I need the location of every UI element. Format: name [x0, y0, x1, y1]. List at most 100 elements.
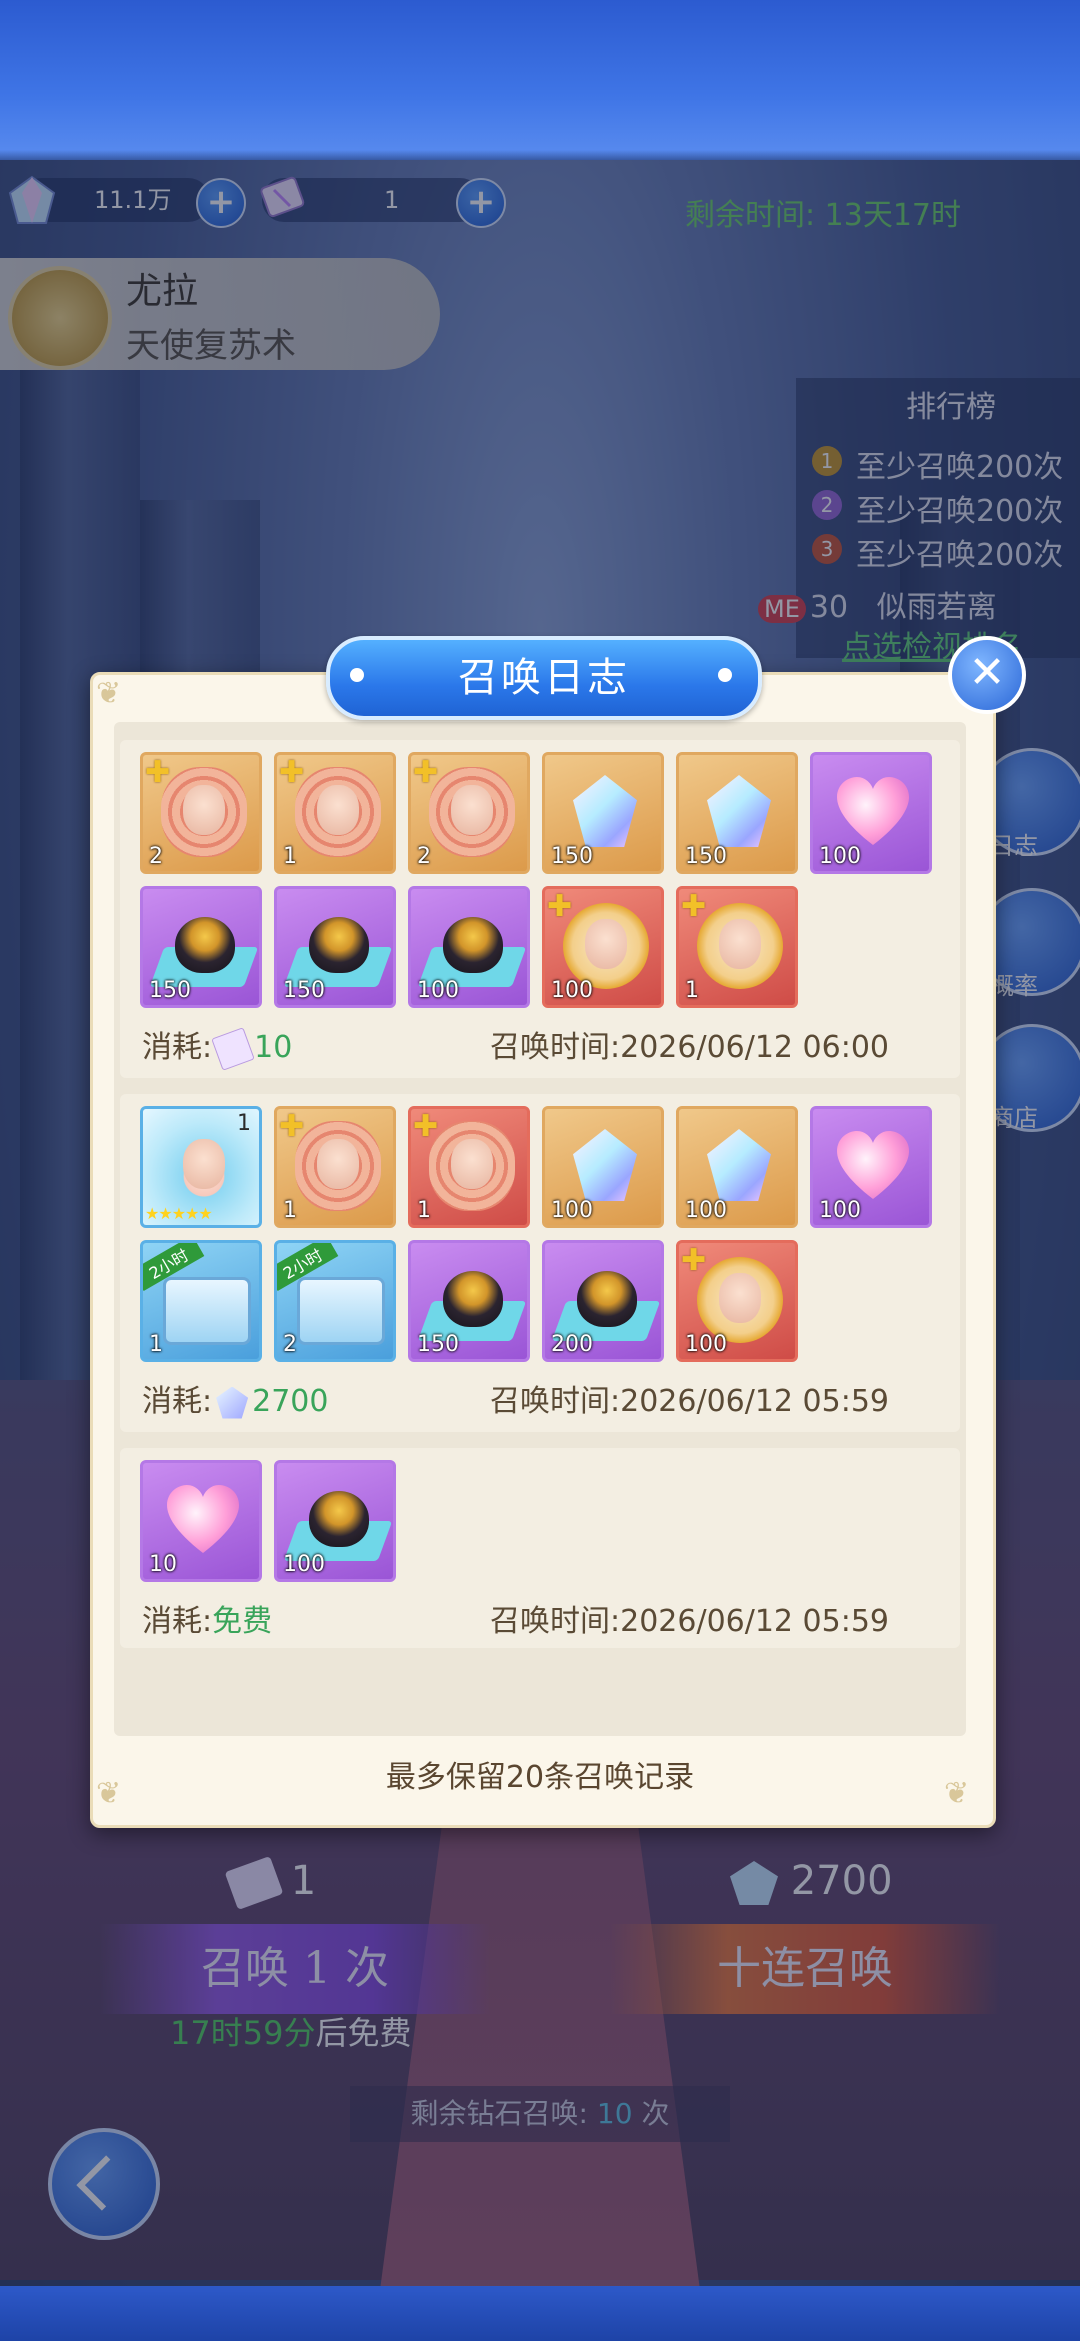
item-quantity: 10 — [149, 1552, 177, 1577]
egg-reward-item[interactable]: 150 — [140, 886, 262, 1008]
time-value: 2026/06/12 05:59 — [620, 1384, 890, 1419]
crystal-reward-item[interactable]: 100 — [676, 1106, 798, 1228]
cost-value: 免费 — [212, 1604, 273, 1639]
record-cost: 消耗: 2700 — [142, 1376, 328, 1420]
ticket-icon — [211, 1026, 255, 1071]
coin-reward-item[interactable]: ✚ 100 — [676, 1240, 798, 1362]
card-icon — [317, 785, 359, 835]
egg-reward-item[interactable]: 150 — [408, 1240, 530, 1362]
coin-reward-item[interactable]: ✚ 100 — [542, 886, 664, 1008]
item-quantity: 1 — [283, 844, 297, 869]
crystal-icon — [707, 1129, 771, 1201]
top-banner — [0, 0, 1080, 160]
record-time: 召唤时间:2026/06/12 05:59 — [490, 1596, 889, 1640]
item-quantity: 100 — [685, 1332, 727, 1357]
diamond-icon — [216, 1386, 249, 1419]
cost-label: 消耗: — [142, 1604, 213, 1639]
crystal-icon — [707, 775, 771, 847]
record-cost: 消耗: 10 — [142, 1022, 293, 1071]
card-icon — [317, 1139, 359, 1189]
record-cost: 消耗:免费 — [142, 1596, 272, 1640]
crystal-reward-item[interactable]: 150 — [676, 752, 798, 874]
item-quantity: 150 — [283, 978, 325, 1003]
item-quantity: 100 — [417, 978, 459, 1003]
card-icon — [451, 785, 493, 835]
portrait-icon — [183, 1139, 225, 1189]
item-quantity: 200 — [551, 1332, 593, 1357]
record-time: 召唤时间:2026/06/12 05:59 — [490, 1376, 889, 1420]
card-icon — [451, 1139, 493, 1189]
fragment-icon: ✚ — [681, 1243, 707, 1278]
card-reward-item[interactable]: ✚ 1 — [408, 1106, 530, 1228]
time-value: 2026/06/12 06:00 — [620, 1030, 890, 1065]
cost-value: 10 — [254, 1030, 293, 1065]
egg-icon — [309, 1491, 369, 1547]
heart-icon — [837, 777, 909, 847]
item-quantity: 100 — [551, 1198, 593, 1223]
item-quantity: 150 — [417, 1332, 459, 1357]
fragment-icon: ✚ — [413, 1109, 439, 1144]
coin-reward-item[interactable]: ✚ 1 — [676, 886, 798, 1008]
record-time: 召唤时间:2026/06/12 06:00 — [490, 1022, 889, 1066]
cost-label: 消耗: — [142, 1030, 213, 1065]
coin-icon — [719, 1273, 761, 1323]
egg-icon — [175, 917, 235, 973]
record-limit-note: 最多保留20条召唤记录 — [385, 1760, 695, 1795]
fragment-icon: ✚ — [279, 755, 305, 790]
chest-icon — [163, 1277, 251, 1345]
star-rating: ★★★★★ — [145, 1204, 213, 1223]
cost-label: 消耗: — [142, 1384, 213, 1419]
item-quantity: 100 — [283, 1552, 325, 1577]
egg-reward-item[interactable]: 100 — [274, 1460, 396, 1582]
fragment-icon: ✚ — [413, 755, 439, 790]
card-reward-item[interactable]: ✚ 2 — [140, 752, 262, 874]
card-reward-item[interactable]: ✚ 2 — [408, 752, 530, 874]
egg-reward-item[interactable]: 200 — [542, 1240, 664, 1362]
chest-reward-item[interactable]: 2小时 1 — [140, 1240, 262, 1362]
crystal-reward-item[interactable]: 100 — [542, 1106, 664, 1228]
crystal-icon — [573, 1129, 637, 1201]
item-quantity: 100 — [819, 1198, 861, 1223]
egg-reward-item[interactable]: 100 — [408, 886, 530, 1008]
cost-value: 2700 — [252, 1384, 329, 1419]
fragment-icon: ✚ — [279, 1109, 305, 1144]
item-quantity: 100 — [685, 1198, 727, 1223]
fragment-icon: ✚ — [681, 889, 707, 924]
time-label: 召唤时间: — [490, 1384, 621, 1419]
heart-icon — [837, 1131, 909, 1201]
egg-icon — [309, 917, 369, 973]
portrait-reward-item[interactable]: ★★★★★ 1 — [140, 1106, 262, 1228]
item-quantity: 150 — [685, 844, 727, 869]
coin-icon — [585, 919, 627, 969]
item-quantity: 1 — [417, 1198, 431, 1223]
item-quantity: 2 — [283, 1332, 297, 1357]
close-button[interactable]: ✕ — [948, 636, 1026, 714]
heart-reward-item[interactable]: 10 — [140, 1460, 262, 1582]
crystal-icon — [573, 775, 637, 847]
item-quantity: 100 — [551, 978, 593, 1003]
card-reward-item[interactable]: ✚ 1 — [274, 1106, 396, 1228]
chest-icon — [297, 1277, 385, 1345]
item-quantity: 1 — [685, 978, 699, 1003]
item-quantity: 100 — [819, 844, 861, 869]
item-quantity: 2 — [417, 844, 431, 869]
item-quantity: 150 — [149, 978, 191, 1003]
egg-icon — [443, 1271, 503, 1327]
heart-reward-item[interactable]: 100 — [810, 752, 932, 874]
egg-icon — [443, 917, 503, 973]
time-label: 召唤时间: — [490, 1030, 621, 1065]
item-quantity: 1 — [237, 1111, 251, 1136]
chest-reward-item[interactable]: 2小时 2 — [274, 1240, 396, 1362]
item-quantity: 150 — [551, 844, 593, 869]
dialog-title: 召唤日志 — [458, 655, 630, 701]
coin-icon — [719, 919, 761, 969]
crystal-reward-item[interactable]: 150 — [542, 752, 664, 874]
egg-reward-item[interactable]: 150 — [274, 886, 396, 1008]
bottom-bar — [0, 2286, 1080, 2341]
heart-reward-item[interactable]: 100 — [810, 1106, 932, 1228]
fragment-icon: ✚ — [145, 755, 171, 790]
time-value: 2026/06/12 05:59 — [620, 1604, 890, 1639]
card-reward-item[interactable]: ✚ 1 — [274, 752, 396, 874]
heart-icon — [167, 1485, 239, 1555]
item-quantity: 1 — [149, 1332, 163, 1357]
